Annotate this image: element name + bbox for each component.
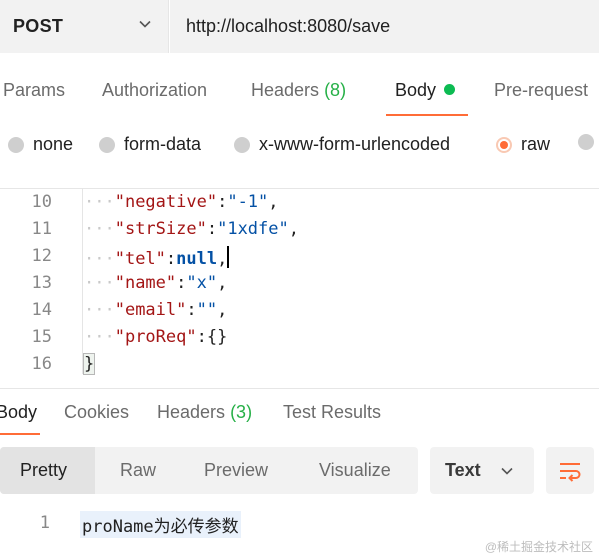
response-tab-headers[interactable]: Headers (3) <box>157 402 252 423</box>
line-number: 11 <box>31 219 52 239</box>
request-tabs: Params Authorization Headers (8) Body Pr… <box>0 70 599 116</box>
body-type-options: none form-data x-www-form-urlencoded raw <box>0 128 599 164</box>
response-tab-test-results[interactable]: Test Results <box>283 402 381 423</box>
tab-params[interactable]: Params <box>3 80 65 101</box>
url-input[interactable]: http://localhost:8080/save <box>170 0 599 53</box>
response-tab-body[interactable]: Body <box>0 402 37 423</box>
radio-circle-icon <box>8 136 24 153</box>
radio-binary[interactable] <box>578 134 599 150</box>
watermark: @稀土掘金技术社区 <box>484 540 593 554</box>
radio-circle-icon <box>234 136 250 153</box>
line-number: 10 <box>31 192 52 212</box>
view-raw-button[interactable]: Raw <box>95 447 179 494</box>
editor-line: 11 ···"strSize":"1xdfe", <box>0 216 599 243</box>
wrap-lines-icon <box>560 462 581 482</box>
response-tab-cookies[interactable]: Cookies <box>64 402 129 423</box>
editor-line: 14 ···"email":"", <box>0 297 599 324</box>
radio-form-data-label: form-data <box>124 134 202 154</box>
radio-none[interactable]: none <box>8 134 73 155</box>
code-text: ···"strSize":"1xdfe", <box>84 219 299 239</box>
radio-raw-label: raw <box>521 134 551 154</box>
response-tab-headers-count: (3) <box>230 402 253 422</box>
code-text: ···"email":"", <box>84 300 228 320</box>
response-body: 1 proName为必传参数 <box>0 508 599 538</box>
tab-authorization[interactable]: Authorization <box>102 80 207 101</box>
line-number: 15 <box>31 327 52 347</box>
tab-body-label: Body <box>395 80 437 100</box>
response-toolbar: Pretty Raw Preview Visualize Text <box>0 447 599 495</box>
tab-pre-request[interactable]: Pre-request <box>494 80 588 101</box>
view-visualize-button[interactable]: Visualize <box>297 447 418 494</box>
chevron-down-icon <box>501 467 513 475</box>
radio-circle-icon <box>578 134 594 150</box>
tab-headers[interactable]: Headers (8) <box>251 80 346 101</box>
response-text: proName为必传参数 <box>80 511 241 538</box>
code-text: } <box>82 353 96 375</box>
tab-headers-count: (8) <box>324 80 347 100</box>
line-number: 14 <box>31 300 52 320</box>
code-text: ···"name":"x", <box>84 273 228 293</box>
active-tab-indicator <box>386 114 468 116</box>
tab-headers-label: Headers <box>251 80 320 100</box>
radio-selected-icon <box>496 136 512 153</box>
format-select[interactable]: Text <box>430 447 534 494</box>
response-tab-headers-label: Headers <box>157 402 226 422</box>
line-number: 12 <box>31 246 52 266</box>
editor-line: 12 ···"tel":null, <box>0 243 599 270</box>
response-line-number: 1 <box>39 513 50 533</box>
radio-form-data[interactable]: form-data <box>99 134 201 155</box>
radio-urlencoded-label: x-www-form-urlencoded <box>259 134 451 154</box>
editor-line: 15 ···"proReq":{} <box>0 324 599 351</box>
body-active-dot-icon <box>444 84 456 95</box>
chevron-down-icon <box>139 20 151 28</box>
view-pretty-button[interactable]: Pretty <box>0 447 95 494</box>
url-bar: POST http://localhost:8080/save <box>0 0 599 57</box>
editor-line: 10 ···"negative":"-1", <box>0 189 599 216</box>
line-number: 13 <box>31 273 52 293</box>
method-label: POST <box>13 16 64 36</box>
radio-raw[interactable]: raw <box>496 134 550 155</box>
request-body-editor[interactable]: 10 ···"negative":"-1", 11 ···"strSize":"… <box>0 188 599 382</box>
wrap-lines-button[interactable] <box>546 447 594 494</box>
tab-body[interactable]: Body <box>395 80 456 101</box>
editor-line: 16 } <box>0 351 599 378</box>
editor-line: 13 ···"name":"x", <box>0 270 599 297</box>
editor-gutter-divider <box>82 188 83 374</box>
view-mode-group: Pretty Raw Preview Visualize <box>0 447 418 494</box>
text-cursor <box>227 246 230 268</box>
radio-urlencoded[interactable]: x-www-form-urlencoded <box>234 134 450 155</box>
active-response-tab-indicator <box>0 433 40 435</box>
format-select-label: Text <box>445 460 481 480</box>
line-number: 16 <box>31 354 52 374</box>
code-text: ···"negative":"-1", <box>84 192 279 212</box>
code-text: ···"proReq":{} <box>84 327 228 347</box>
response-tabs: Body Cookies Headers (3) Test Results <box>0 388 599 436</box>
code-text: ···"tel":null, <box>84 246 230 269</box>
radio-circle-icon <box>99 136 115 153</box>
method-select[interactable]: POST <box>0 0 169 53</box>
view-preview-button[interactable]: Preview <box>179 447 297 494</box>
radio-none-label: none <box>33 134 74 154</box>
